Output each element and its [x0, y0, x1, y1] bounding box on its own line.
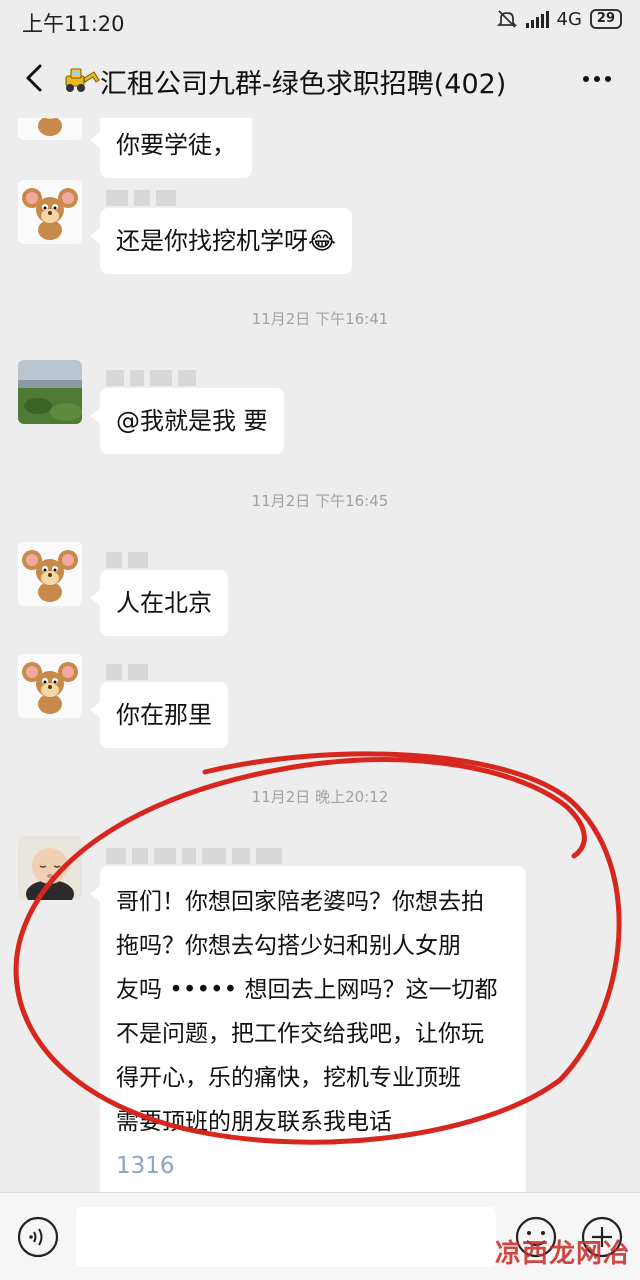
message-bubble[interactable]: 人在北京: [90, 570, 228, 636]
status-icons: 4G 29: [496, 8, 622, 30]
sender-name-blurred: [106, 552, 148, 570]
message-line: 需要顶班的朋友联系我电话: [116, 1109, 392, 1135]
battery-icon: 29: [589, 9, 622, 29]
message-text: 你在那里: [116, 701, 212, 729]
watermark: 凉西龙网冶: [494, 1239, 630, 1269]
back-icon[interactable]: [16, 58, 56, 98]
message-text: 还是你找挖机学呀😂: [116, 227, 337, 255]
message-line: 友吗 ••••• 想回去上网吗？这一切都: [116, 977, 498, 1003]
jerry-mouse-icon: [18, 542, 82, 606]
jerry-mouse-icon: [18, 654, 82, 718]
phone-number[interactable]: 1316: [116, 1144, 512, 1188]
jerry-avatar[interactable]: [18, 118, 82, 140]
message-bubble[interactable]: 还是你找挖机学呀😂: [89, 208, 353, 274]
landscape-avatar[interactable]: [18, 360, 82, 424]
message-line: 哥们！你想回家陪老婆吗？你想去拍: [116, 889, 484, 915]
jerry-mouse-icon: [18, 118, 82, 140]
baby-avatar-icon: [18, 836, 82, 900]
jerry-avatar[interactable]: [18, 180, 82, 244]
message-bubble[interactable]: 你在那里: [90, 682, 228, 748]
message-line: 拖吗？你想去勾搭少妇和别人女朋: [116, 933, 461, 959]
message-bubble[interactable]: @我就是我 要: [90, 388, 284, 454]
chat-area[interactable]: 你要学徒， 还是你找挖机学呀😂 11月2日 下午16:41 @我就是我 要 11…: [0, 118, 640, 1192]
status-time: 上午11:20: [22, 12, 125, 36]
more-icon[interactable]: [580, 64, 614, 94]
chat-title: 汇租公司九群-绿色求职招聘(402): [100, 69, 507, 100]
input-bar: 凉西龙网冶: [0, 1192, 640, 1280]
landscape-avatar-icon: [18, 360, 82, 424]
message-text: 你要学徒，: [116, 131, 236, 159]
voice-icon[interactable]: [16, 1215, 60, 1259]
sender-name-blurred: [106, 664, 148, 682]
network-type: 4G: [556, 8, 582, 30]
sender-name-blurred: [106, 848, 282, 866]
mute-bell-icon: [496, 10, 517, 28]
sender-name-blurred: [106, 190, 176, 208]
status-bar: 上午11:20 4G 29: [0, 0, 640, 42]
jerry-mouse-icon: [18, 180, 82, 244]
message-input[interactable]: [76, 1207, 496, 1267]
baby-avatar[interactable]: [18, 836, 82, 900]
message-text: 人在北京: [116, 589, 212, 617]
message-bubble[interactable]: 你要学徒，: [90, 118, 252, 178]
long-message-bubble[interactable]: 哥们！你想回家陪老婆吗？你想去拍 拖吗？你想去勾搭少妇和别人女朋 友吗 ••••…: [90, 866, 526, 1192]
message-line: 不是问题，把工作交给我吧，让你玩: [116, 1021, 484, 1047]
message-text: @我就是我 要: [116, 407, 268, 435]
message-line: 得开心，乐的痛快，挖机专业顶班: [116, 1065, 461, 1091]
jerry-avatar[interactable]: [18, 542, 82, 606]
timestamp: 11月2日 下午16:45: [251, 492, 389, 510]
timestamp: 11月2日 下午16:41: [251, 310, 389, 328]
excavator-icon: [65, 68, 100, 92]
jerry-avatar[interactable]: [18, 654, 82, 718]
chat-header: 汇租公司九群-绿色求职招聘(402): [0, 42, 640, 118]
signal-icon: [525, 10, 549, 28]
timestamp: 11月2日 晚上20:12: [251, 788, 389, 806]
sender-name-blurred: [106, 370, 196, 388]
